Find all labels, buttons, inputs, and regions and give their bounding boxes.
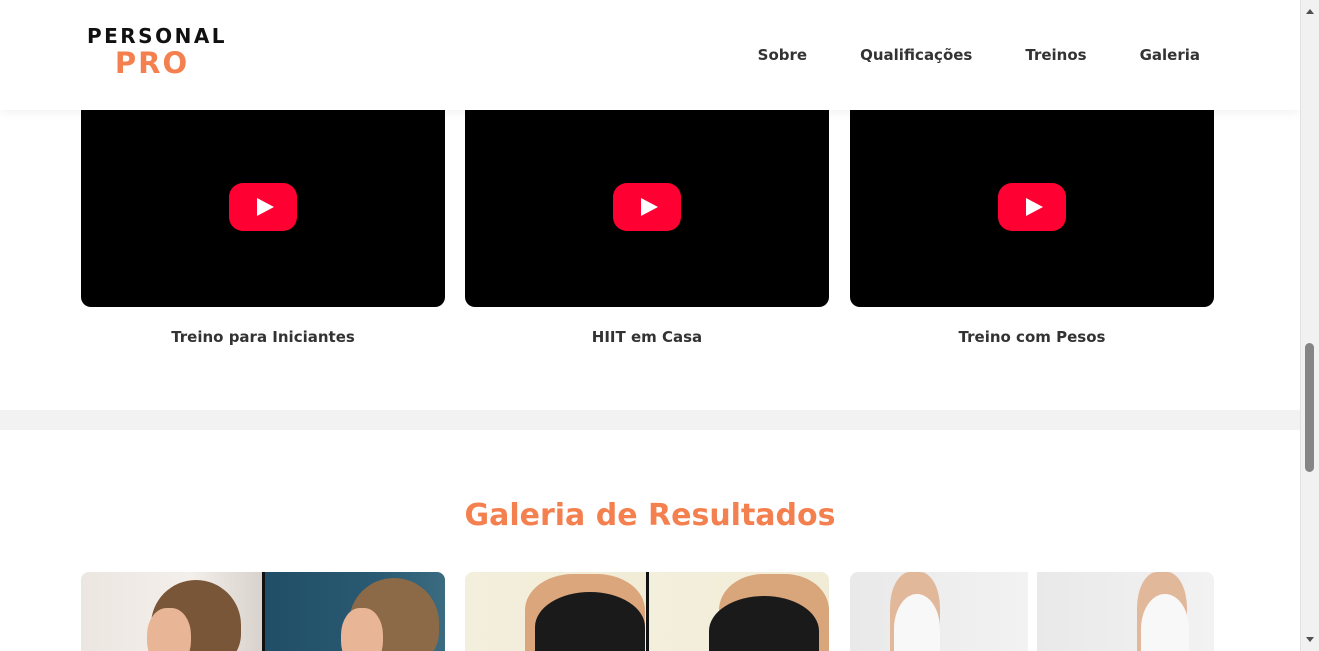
logo-text-personal: PERSONAL (86, 24, 228, 48)
scrollbar-thumb[interactable] (1305, 343, 1314, 472)
scroll-up-arrow-icon[interactable] (1306, 9, 1314, 14)
before-photo (81, 572, 262, 651)
video-card: Treino para Iniciantes (81, 110, 445, 346)
after-photo (264, 572, 445, 651)
youtube-play-icon[interactable] (229, 183, 297, 231)
gallery-title: Galeria de Resultados (464, 498, 836, 533)
videos-section: Treino para Iniciantes HIIT em Casa Trei… (81, 110, 1214, 360)
after-photo (648, 572, 829, 651)
gallery-image[interactable] (465, 572, 829, 651)
vertical-scrollbar[interactable] (1300, 0, 1319, 651)
youtube-play-icon[interactable] (998, 183, 1066, 231)
gallery-grid (81, 572, 1214, 651)
before-photo (850, 572, 1028, 651)
nav-item-galeria[interactable]: Galeria (1140, 44, 1200, 66)
main-nav: Sobre Qualificações Treinos Galeria (758, 44, 1200, 66)
youtube-play-icon[interactable] (613, 183, 681, 231)
site-header: PERSONAL PRO Sobre Qualificações Treinos… (0, 0, 1300, 110)
video-caption: HIIT em Casa (591, 328, 703, 346)
nav-item-sobre[interactable]: Sobre (758, 44, 807, 66)
before-photo (465, 572, 646, 651)
video-card: HIIT em Casa (465, 110, 829, 346)
section-divider (0, 410, 1300, 430)
page: PERSONAL PRO Sobre Qualificações Treinos… (0, 0, 1300, 651)
logo-text-pro: PRO (114, 46, 190, 80)
gallery-image[interactable] (850, 572, 1214, 651)
faded-section-title (500, 30, 780, 70)
after-photo (1036, 572, 1214, 651)
scroll-down-arrow-icon[interactable] (1306, 637, 1314, 642)
video-player[interactable] (850, 110, 1214, 307)
video-caption: Treino para Iniciantes (171, 328, 355, 346)
nav-item-treinos[interactable]: Treinos (1025, 44, 1086, 66)
nav-item-qualificacoes[interactable]: Qualificações (860, 44, 972, 66)
video-card: Treino com Pesos (850, 110, 1214, 346)
photo-separator (1027, 572, 1037, 651)
video-player[interactable] (81, 110, 445, 307)
video-player[interactable] (465, 110, 829, 307)
gallery-image[interactable] (81, 572, 445, 651)
logo[interactable]: PERSONAL PRO (82, 24, 232, 78)
video-caption: Treino com Pesos (958, 328, 1106, 346)
